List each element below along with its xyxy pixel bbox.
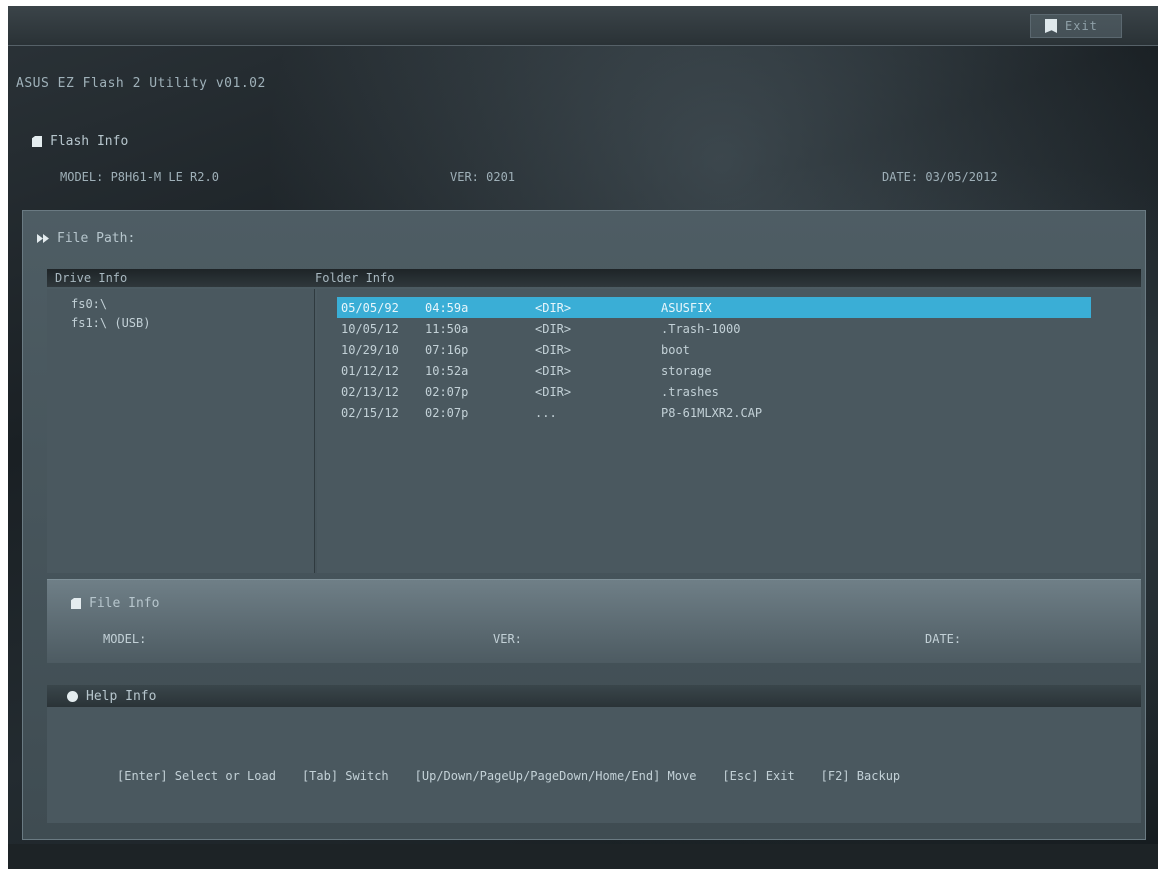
file-info-values: MODEL: VER: DATE: (103, 632, 961, 646)
file-ver: VER: (493, 632, 522, 646)
bottom-strip (8, 844, 1158, 869)
file-path-title: File Path: (37, 231, 135, 246)
exit-button[interactable]: Exit (1030, 14, 1122, 38)
drive-info-header: Drive Info (55, 271, 128, 285)
help-info-title: Help Info (67, 689, 156, 704)
file-info-section: File Info MODEL: VER: DATE: (47, 579, 1141, 663)
file-info-label: File Info (89, 596, 160, 611)
folder-type: <DIR> (535, 363, 572, 378)
file-info-title: File Info (71, 596, 159, 611)
fast-forward-icon (37, 234, 49, 243)
folder-time: 07:16p (425, 342, 469, 357)
folder-time: 04:59a (425, 300, 469, 315)
drive-list[interactable]: fs0:\ fs1:\ (USB) (47, 289, 315, 573)
folder-name: ASUSFIX (661, 300, 712, 315)
document-icon (32, 136, 42, 147)
folder-date: 02/13/12 (341, 384, 399, 399)
drive-item-fs1[interactable]: fs1:\ (USB) (47, 313, 314, 332)
folder-name: .Trash-1000 (661, 321, 741, 336)
folder-row[interactable]: 05/05/92 04:59a <DIR> ASUSFIX (337, 297, 1091, 318)
folder-type: <DIR> (535, 300, 572, 315)
folder-type: ... (535, 405, 557, 420)
folder-date: 02/15/12 (341, 405, 399, 420)
folder-name: .trashes (661, 384, 719, 399)
document-icon (71, 598, 81, 609)
file-model: MODEL: (103, 632, 147, 646)
flash-model: MODEL: P8H61-M LE R2.0 (60, 170, 219, 184)
folder-date: 05/05/92 (341, 300, 399, 315)
folder-row[interactable]: 10/29/10 07:16p <DIR> boot (337, 339, 1091, 360)
folder-date: 10/29/10 (341, 342, 399, 357)
help-info-label: Help Info (86, 689, 157, 704)
app-title: ASUS EZ Flash 2 Utility v01.02 (16, 76, 266, 91)
help-key-move: [Up/Down/PageUp/PageDown/Home/End] Move (414, 769, 697, 783)
help-info-header: Help Info (47, 685, 1141, 707)
folder-row[interactable]: 02/13/12 02:07p <DIR> .trashes (337, 381, 1091, 402)
help-key-tab: [Tab] Switch (301, 769, 389, 783)
folder-list[interactable]: 05/05/92 04:59a <DIR> ASUSFIX 10/05/12 1… (317, 289, 1141, 573)
folder-time: 11:50a (425, 321, 469, 336)
folder-name: storage (661, 363, 712, 378)
exit-icon (1045, 19, 1057, 33)
flash-info-title: Flash Info (32, 134, 1132, 149)
folder-date: 10/05/12 (341, 321, 399, 336)
folder-row[interactable]: 10/05/12 11:50a <DIR> .Trash-1000 (337, 318, 1091, 339)
flash-info-label: Flash Info (50, 134, 129, 149)
folder-time: 10:52a (425, 363, 469, 378)
bios-screen: Exit ASUS EZ Flash 2 Utility v01.02 Flas… (8, 6, 1158, 869)
help-icon (67, 691, 78, 702)
folder-type: <DIR> (535, 342, 572, 357)
exit-label: Exit (1065, 19, 1098, 33)
folder-time: 02:07p (425, 405, 469, 420)
folder-row[interactable]: 01/12/12 10:52a <DIR> storage (337, 360, 1091, 381)
help-key-f2: [F2] Backup (820, 769, 901, 783)
flash-ver: VER: 0201 (450, 170, 516, 184)
browser-header: Drive Info Folder Info (47, 269, 1141, 287)
folder-type: <DIR> (535, 321, 572, 336)
flash-info-section: Flash Info MODEL: P8H61-M LE R2.0 VER: 0… (32, 134, 1132, 204)
folder-info-header: Folder Info (315, 271, 395, 285)
help-key-list: [Enter] Select or Load [Tab] Switch [Up/… (117, 769, 926, 783)
folder-type: <DIR> (535, 384, 572, 399)
folder-name: boot (661, 342, 690, 357)
help-info-section: Help Info [Enter] Select or Load [Tab] S… (47, 685, 1141, 823)
folder-date: 01/12/12 (341, 363, 399, 378)
flash-date: DATE: 03/05/2012 (882, 170, 998, 184)
folder-time: 02:07p (425, 384, 469, 399)
folder-name: P8-61MLXR2.CAP (661, 405, 763, 420)
file-path-label: File Path: (57, 231, 136, 246)
folder-row[interactable]: 02/15/12 02:07p ... P8-61MLXR2.CAP (337, 402, 1091, 423)
flash-info-values: MODEL: P8H61-M LE R2.0 VER: 0201 DATE: 0… (60, 170, 998, 184)
file-date: DATE: (925, 632, 962, 646)
top-bar: Exit (8, 6, 1158, 46)
file-path-panel: File Path: Drive Info Folder Info fs0:\ … (22, 210, 1146, 840)
help-key-enter: [Enter] Select or Load (117, 769, 276, 783)
drive-item-fs0[interactable]: fs0:\ (47, 289, 314, 313)
help-key-esc: [Esc] Exit (722, 769, 795, 783)
